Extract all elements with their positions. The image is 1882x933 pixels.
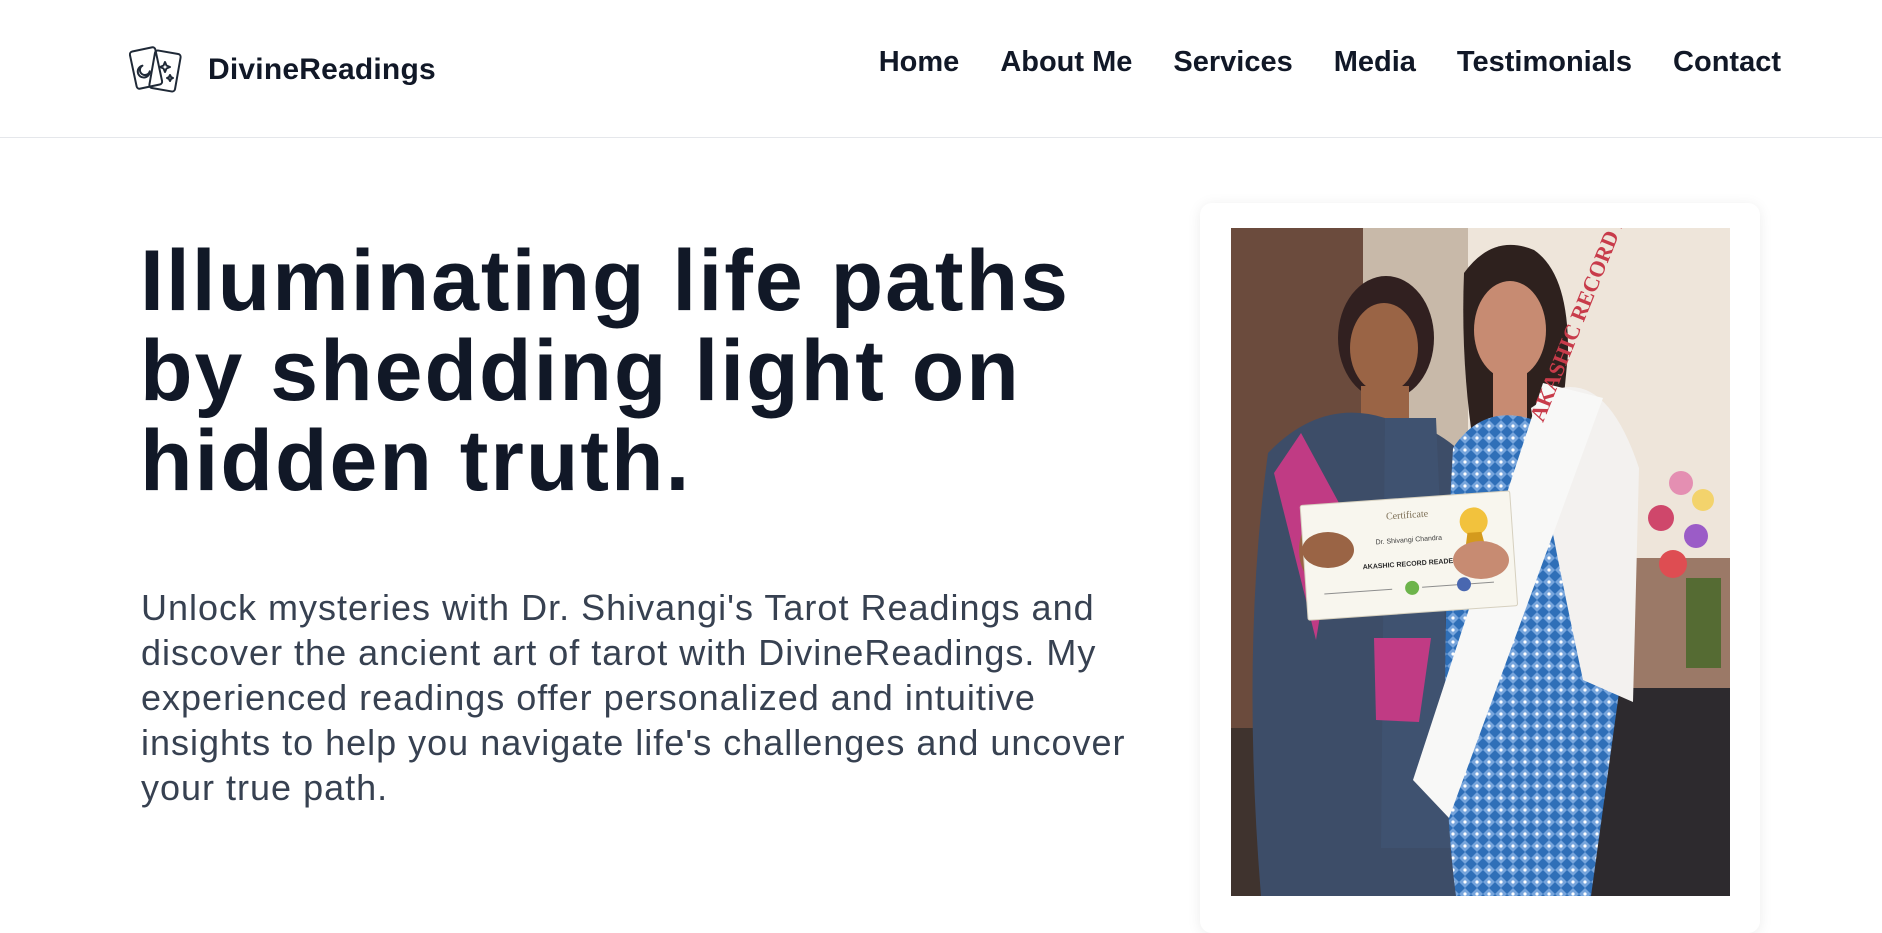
main-nav: Home About Me Services Media Testimonial… bbox=[879, 46, 1781, 79]
hero-description: Unlock mysteries with Dr. Shivangi's Tar… bbox=[141, 587, 1126, 808]
nav-home[interactable]: Home bbox=[879, 46, 960, 79]
site-header: DivineReadings Home About Me Services Me… bbox=[0, 0, 1882, 138]
photo-card: AKASHIC RECORD PRA Certificate Dr. Shiva… bbox=[1200, 203, 1760, 933]
nav-contact[interactable]: Contact bbox=[1673, 46, 1781, 79]
nav-testimonials[interactable]: Testimonials bbox=[1457, 46, 1632, 79]
nav-services[interactable]: Services bbox=[1173, 46, 1292, 79]
brand-name: DivineReadings bbox=[208, 53, 436, 86]
hero-title: Illuminating life paths by shedding ligh… bbox=[140, 233, 1070, 509]
tarot-cards-icon bbox=[128, 46, 182, 93]
hero-photo: AKASHIC RECORD PRA Certificate Dr. Shiva… bbox=[1231, 228, 1730, 896]
nav-about-me[interactable]: About Me bbox=[1000, 46, 1132, 79]
nav-media[interactable]: Media bbox=[1334, 46, 1416, 79]
brand-logo-link[interactable]: DivineReadings bbox=[128, 42, 436, 98]
